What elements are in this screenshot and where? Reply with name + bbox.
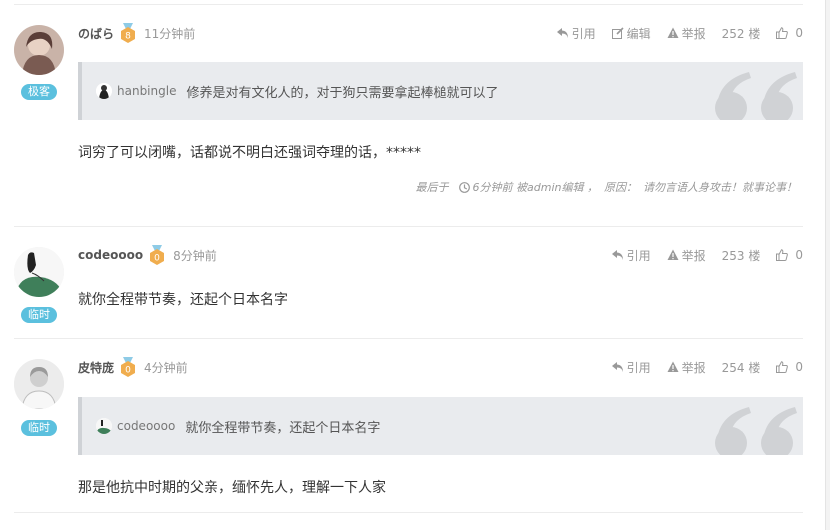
like-button[interactable]: 0	[776, 248, 803, 262]
level-badge-icon: 0	[121, 357, 136, 377]
level-badge: 0	[120, 357, 136, 377]
thumbs-up-icon	[776, 361, 789, 373]
warning-icon	[667, 361, 679, 372]
report-button[interactable]: 举报	[667, 25, 706, 42]
quote-button[interactable]: 引用	[611, 247, 651, 264]
comment-text: 那是他抗中时期的父亲，缅怀先人，理解一下人家	[78, 480, 386, 496]
avatar[interactable]	[14, 359, 64, 409]
edit-reason-label: 原因：	[604, 181, 637, 194]
divider	[14, 4, 803, 5]
edit-icon	[611, 27, 624, 39]
level-badge: 0	[149, 245, 165, 265]
edit-reason: 请勿言语人身攻击！就事论事！	[643, 181, 797, 194]
edit-note-prefix: 最后于	[415, 181, 449, 194]
quote-text: 就你全程带节奏，还起个日本名字	[185, 420, 381, 436]
svg-text:0: 0	[125, 366, 131, 376]
report-button[interactable]: 举报	[667, 359, 706, 376]
comment-item: 临时 codeoooo 0 8分钟前 引用 举报 253 楼 0 就你全程带节奏…	[14, 245, 803, 339]
floor-number: 254 楼	[721, 360, 761, 375]
quote-label: 引用	[626, 360, 651, 375]
report-button[interactable]: 举报	[667, 247, 706, 264]
quote-block: hanbingle 修养是对有文化人的，对于狗只需要拿起棒槌就可以了	[78, 62, 803, 120]
username-link[interactable]: codeoooo	[78, 248, 143, 262]
floor-number: 253 楼	[721, 248, 761, 263]
edit-note-time: 6分钟前 被admin编辑 ，	[472, 181, 598, 194]
scrollbar-track[interactable]	[825, 0, 830, 530]
quote-mark-icon	[715, 407, 797, 455]
avatar[interactable]	[14, 25, 64, 75]
level-badge-icon: 0	[150, 245, 165, 265]
quote-button[interactable]: 引用	[556, 25, 596, 42]
edit-note: 最后于 6分钟前 被admin编辑 ， 原因： 请勿言语人身攻击！就事论事！	[416, 179, 797, 195]
user-role-badge: 极客	[21, 84, 57, 100]
level-badge-icon: 8	[121, 23, 136, 43]
username-link[interactable]: 皮特庞	[78, 359, 114, 376]
avatar[interactable]	[14, 247, 64, 297]
quote-avatar	[96, 418, 112, 434]
quote-button[interactable]: 引用	[611, 359, 651, 376]
report-label: 举报	[681, 360, 706, 375]
comment-item: 临时 皮特庞 0 4分钟前 引用 举报 254 楼 0 codeoooo 就你全…	[14, 357, 803, 513]
post-time: 8分钟前	[173, 248, 217, 263]
reply-icon	[611, 250, 623, 260]
quote-block: codeoooo 就你全程带节奏，还起个日本名字	[78, 397, 803, 455]
comment-item: 极客 のばら 8 11分钟前 引用 编辑 举报 252 楼 0 hanbingl…	[14, 23, 803, 227]
user-role-badge: 临时	[21, 420, 57, 436]
report-label: 举报	[681, 248, 706, 263]
thumbs-up-icon	[776, 27, 789, 39]
svg-text:0: 0	[154, 254, 160, 264]
username-link[interactable]: のばら	[78, 25, 114, 42]
floor-number: 252 楼	[721, 26, 761, 41]
quote-username[interactable]: codeoooo	[117, 419, 175, 433]
post-time: 4分钟前	[144, 360, 188, 375]
like-count: 0	[795, 360, 803, 374]
like-count: 0	[795, 26, 803, 40]
quote-label: 引用	[571, 26, 596, 41]
edit-button[interactable]: 编辑	[611, 25, 651, 42]
like-button[interactable]: 0	[776, 360, 803, 374]
quote-label: 引用	[626, 248, 651, 263]
warning-icon	[667, 27, 679, 38]
reply-icon	[556, 28, 568, 38]
quote-mark-icon	[715, 72, 797, 120]
level-badge: 8	[120, 23, 136, 43]
reply-icon	[611, 362, 623, 372]
edit-label: 编辑	[626, 26, 651, 41]
quote-username[interactable]: hanbingle	[117, 84, 176, 98]
quote-text: 修养是对有文化人的，对于狗只需要拿起棒槌就可以了	[186, 85, 499, 101]
like-count: 0	[795, 248, 803, 262]
quote-avatar	[96, 83, 112, 99]
comment-text: 词穷了可以闭嘴，话都说不明白还强词夺理的话，*****	[78, 145, 421, 161]
clock-icon	[458, 181, 470, 193]
like-button[interactable]: 0	[776, 26, 803, 40]
svg-text:8: 8	[125, 32, 131, 42]
comment-text: 就你全程带节奏，还起个日本名字	[78, 292, 288, 308]
report-label: 举报	[681, 26, 706, 41]
thumbs-up-icon	[776, 249, 789, 261]
post-time: 11分钟前	[144, 26, 196, 41]
user-role-badge: 临时	[21, 307, 57, 323]
warning-icon	[667, 249, 679, 260]
